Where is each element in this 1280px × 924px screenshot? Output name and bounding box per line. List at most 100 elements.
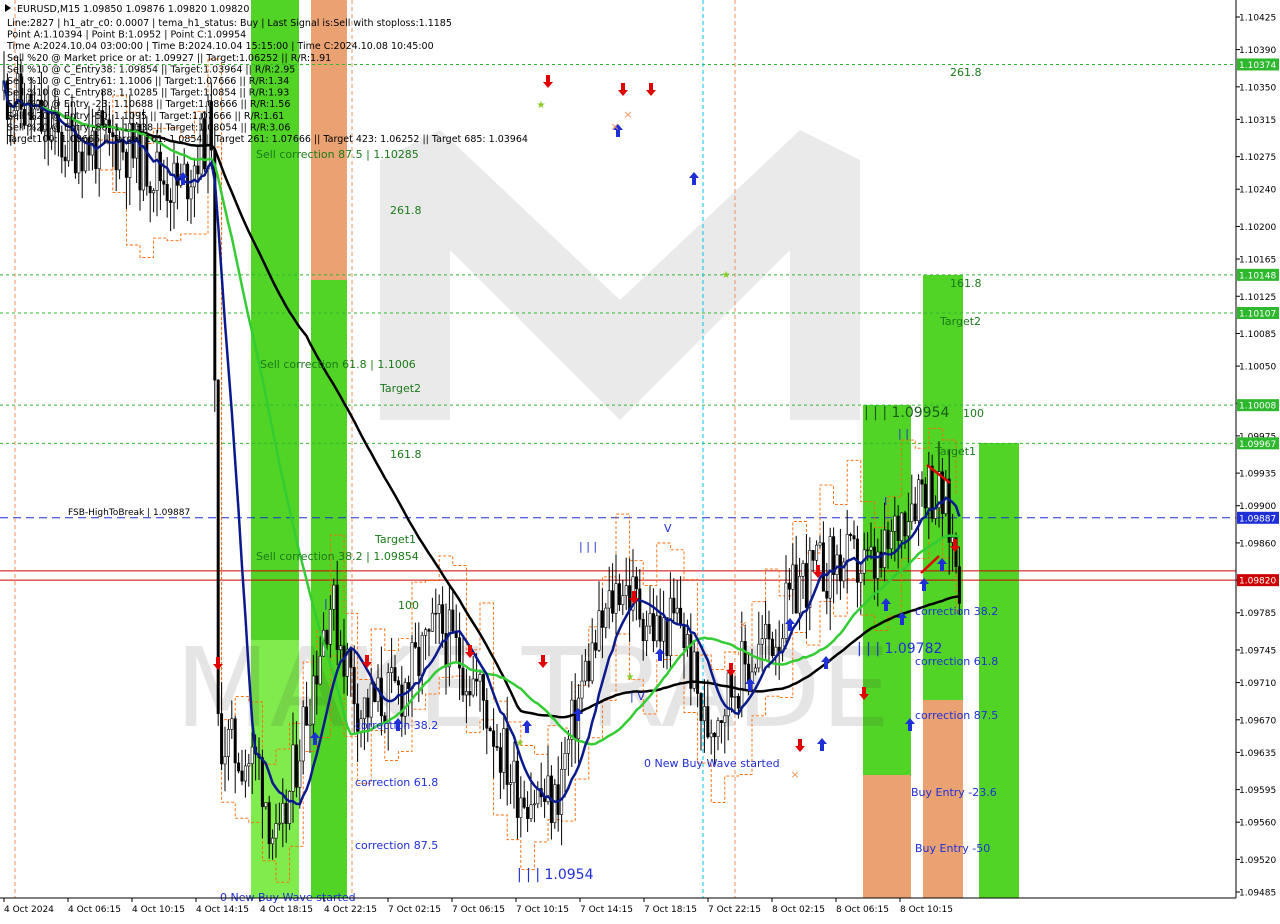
time-tick-label: 7 Oct 18:15 [644, 905, 697, 915]
candle-bear [658, 615, 662, 642]
candle-bull [900, 512, 904, 541]
candle-bull [277, 822, 281, 825]
chart-annotation-label: correction 61.8 [355, 776, 438, 789]
price-tick-label: 1.10200 [1239, 223, 1276, 233]
candle-bear [706, 706, 710, 738]
candle-bear [957, 566, 961, 604]
info-line: Sell %10 @ C_Entry88: 1.10285 || Target:… [7, 88, 289, 99]
cross-icon: × [610, 120, 619, 133]
chart-annotation-label: Buy Entry -23.6 [911, 786, 997, 799]
price-tick-label: 1.10125 [1239, 293, 1276, 303]
candle-bear [920, 479, 924, 485]
info-line: Time A:2024.10.04 03:00:00 | Time B:2024… [6, 41, 434, 52]
candle-bull [917, 479, 921, 522]
candle-bull [223, 756, 227, 765]
candle-bear [713, 732, 717, 738]
chart-annotation-label: 261.8 [950, 66, 982, 79]
chart-annotation-label: V [664, 522, 672, 535]
star-icon: ★ [722, 270, 731, 281]
time-tick-label: 4 Oct 22:15 [324, 905, 377, 915]
chart-annotation-label: correction 38.2 [355, 719, 438, 732]
candle-bear [294, 744, 298, 788]
candle-bear [634, 576, 638, 590]
candle-bear [396, 680, 400, 686]
candle-bull [583, 660, 587, 682]
candle-bull [311, 675, 315, 725]
candle-bull [570, 699, 574, 740]
candle-bull [281, 803, 285, 824]
candle-bear [475, 678, 479, 682]
chart-annotation-label: I [884, 495, 887, 508]
candle-bear [485, 700, 489, 729]
candle-bull [733, 696, 737, 698]
chart-annotation-label: | | | 1.09782 [857, 641, 942, 657]
price-chart[interactable]: MAKE TRADE FSB-HighToBreak | 1.09887 ★★★… [0, 0, 1280, 920]
candle-bull [437, 604, 441, 614]
candle-bear [665, 617, 669, 657]
info-line: Target100: 1.08666 || Target 161: 1.0854… [6, 134, 528, 145]
candle-bull [390, 667, 394, 673]
price-tick-label: 1.10165 [1239, 256, 1276, 266]
candle-bear [736, 696, 740, 709]
info-line: Line:2827 | h1_atr_c0: 0.0007 | tema_h1_… [7, 18, 452, 29]
symbol-title: EURUSD,M15 1.09850 1.09876 1.09820 1.098… [17, 4, 249, 15]
candle-bull [502, 728, 506, 773]
candle-bull [566, 739, 570, 754]
candle-bear [461, 667, 465, 696]
orange-zone [863, 775, 911, 898]
chart-annotation-label: 161.8 [390, 448, 422, 461]
candle-bear [923, 483, 927, 509]
price-tick-label: 1.09635 [1239, 749, 1276, 759]
candle-bear [617, 583, 621, 605]
candle-bull [784, 582, 788, 639]
candle-bear [284, 803, 288, 824]
candle-bull [291, 744, 295, 792]
candle-bear [63, 156, 67, 162]
info-line: Point A:1.10394 | Point B:1.0952 | Point… [7, 30, 246, 41]
candle-bull [893, 515, 897, 532]
price-tick-label: 1.10085 [1239, 330, 1276, 340]
candle-bull [553, 784, 557, 824]
star-icon: ★ [626, 672, 635, 683]
candle-bull [298, 760, 302, 788]
price-axis: 1.10425 1.10390 1.10350 1.10315 1.10275 1.102… [1235, 0, 1280, 920]
price-tick-label: 1.10350 [1239, 83, 1276, 93]
price-tick-label: 1.10050 [1239, 363, 1276, 373]
candle-bull [189, 186, 193, 200]
info-line: Sell %10 @ C_Entry61: 1.1006 || Target:1… [7, 76, 289, 87]
candle-bull [883, 529, 887, 568]
price-badge-label: 1.10374 [1239, 61, 1276, 71]
candle-bull [328, 608, 332, 645]
time-tick-label: 7 Oct 22:15 [708, 905, 761, 915]
candle-bull [621, 595, 625, 605]
candle-bear [770, 638, 774, 657]
candle-bull [815, 544, 819, 561]
candle-bear [804, 563, 808, 608]
candle-bear [696, 651, 700, 694]
candle-bear [233, 718, 237, 764]
candle-bear [175, 162, 179, 186]
candle-bull [155, 151, 159, 191]
candle-bull [271, 837, 275, 845]
candle-bull [764, 624, 768, 640]
price-badge-label: 1.10148 [1239, 271, 1276, 281]
price-tick-label: 1.09670 [1239, 716, 1276, 726]
candle-bear [651, 613, 655, 642]
candle-bear [237, 762, 241, 772]
candle-bull [471, 678, 475, 696]
candle-bear [638, 588, 642, 620]
chart-annotation-label: Sell correction 87.5 | 1.10285 [256, 148, 419, 161]
candle-bear [872, 546, 876, 579]
price-tick-label: 1.10315 [1239, 116, 1276, 126]
candle-bear [787, 582, 791, 590]
candle-bear [777, 646, 781, 652]
candle-bull [519, 797, 523, 818]
candle-bear [628, 585, 632, 611]
candle-bear [811, 550, 815, 561]
time-tick-label: 4 Oct 2024 [4, 905, 54, 915]
candle-bull [560, 769, 564, 815]
candle-bull [798, 575, 802, 614]
candle-bear [699, 693, 703, 722]
price-badge-label: 1.10008 [1239, 402, 1276, 412]
candle-bear [947, 478, 951, 543]
